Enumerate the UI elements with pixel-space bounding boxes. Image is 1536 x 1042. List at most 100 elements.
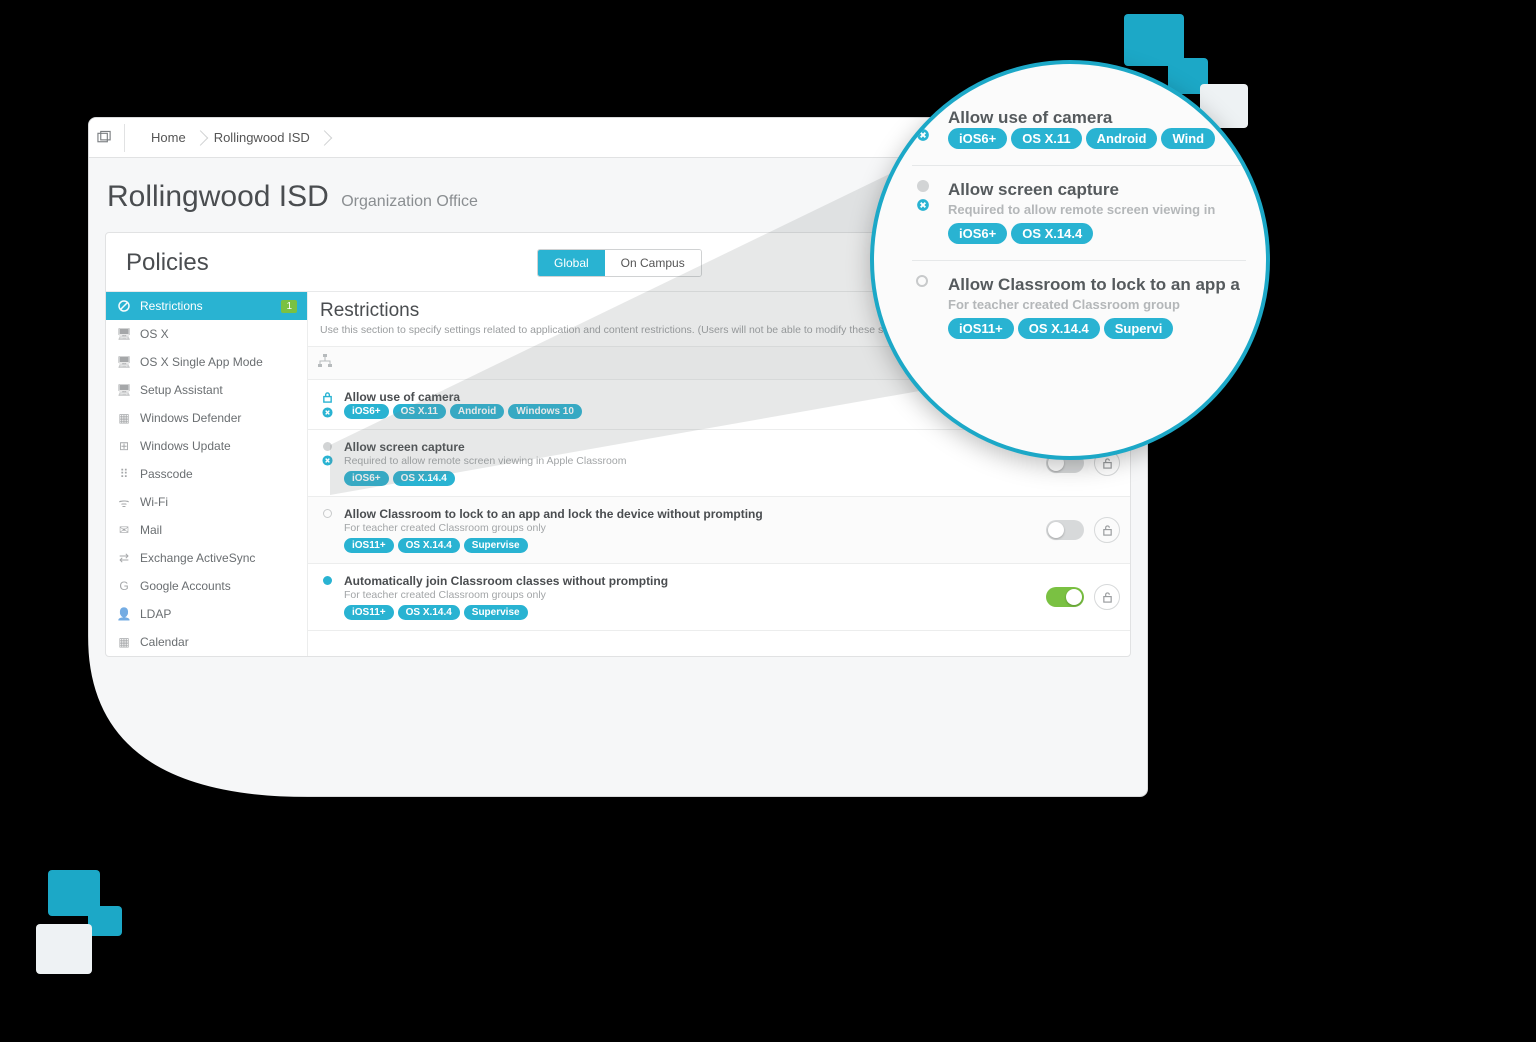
os-tag: OS X.11 bbox=[1011, 128, 1081, 149]
os-tag: OS X.14.4 bbox=[1011, 223, 1093, 244]
breadcrumb-org[interactable]: Rollingwood ISD bbox=[200, 130, 324, 145]
row-title: Automatically join Classroom classes wit… bbox=[344, 574, 1038, 588]
window-icon bbox=[97, 124, 125, 152]
deco-square bbox=[36, 924, 92, 974]
breadcrumb-home[interactable]: Home bbox=[137, 130, 200, 145]
sidebar-item-mail[interactable]: ✉ Mail bbox=[106, 516, 307, 544]
scope-segmented: Global On Campus bbox=[537, 249, 702, 277]
corner-mask bbox=[88, 636, 308, 798]
sidebar-item-label: LDAP bbox=[140, 607, 171, 621]
monitor-icon: 🖥 bbox=[116, 355, 132, 369]
lock-button[interactable] bbox=[1094, 584, 1120, 610]
sidebar-item-label: Mail bbox=[140, 523, 162, 537]
person-icon: 👤 bbox=[116, 607, 132, 621]
restriction-row: Allow Classroom to lock to an app and lo… bbox=[308, 497, 1130, 564]
keypad-icon: ⠿ bbox=[116, 467, 132, 481]
lock-open-icon bbox=[1102, 458, 1113, 469]
os-tag: iOS11+ bbox=[344, 538, 394, 553]
os-tag: iOS6+ bbox=[948, 223, 1007, 244]
os-tag: iOS6+ bbox=[948, 128, 1007, 149]
lock-icon bbox=[916, 108, 930, 122]
x-circle-icon bbox=[916, 198, 930, 212]
page-title: Rollingwood ISD bbox=[107, 180, 329, 213]
sidebar-item-label: OS X Single App Mode bbox=[140, 355, 263, 369]
wifi-icon: ᯤ bbox=[116, 495, 132, 509]
os-tag: Android bbox=[1086, 128, 1158, 149]
status-dot bbox=[917, 180, 929, 192]
sidebar-item-windows-defender[interactable]: ▦ Windows Defender bbox=[106, 404, 307, 432]
sidebar-item-windows-update[interactable]: ⊞ Windows Update bbox=[106, 432, 307, 460]
sidebar-item-label: Windows Defender bbox=[140, 411, 241, 425]
tab-on-campus[interactable]: On Campus bbox=[605, 250, 701, 276]
sync-icon: ⇄ bbox=[116, 551, 132, 565]
mag-row-title: Allow Classroom to lock to an app a bbox=[948, 275, 1246, 295]
grid-icon: ▦ bbox=[116, 411, 132, 425]
x-circle-icon bbox=[916, 128, 930, 142]
sidebar-item-label: Exchange ActiveSync bbox=[140, 551, 255, 565]
os-tag: OS X.11 bbox=[393, 404, 446, 419]
os-tag: OS X.14.4 bbox=[398, 605, 460, 620]
google-icon: G bbox=[116, 579, 132, 593]
lock-icon bbox=[322, 392, 333, 403]
row-subtitle: Required to allow remote screen viewing … bbox=[344, 455, 1038, 467]
panel-title: Policies bbox=[126, 249, 209, 277]
sidebar-item-exchange[interactable]: ⇄ Exchange ActiveSync bbox=[106, 544, 307, 572]
deco-square bbox=[88, 906, 122, 936]
sidebar-item-passcode[interactable]: ⠿ Passcode bbox=[106, 460, 307, 488]
os-tag: Supervi bbox=[1104, 318, 1174, 339]
lock-open-icon bbox=[1102, 525, 1113, 536]
os-tag: OS X.14.4 bbox=[398, 538, 460, 553]
mag-row-title: Allow use of camera bbox=[948, 108, 1246, 128]
sidebar-item-label: Google Accounts bbox=[140, 579, 231, 593]
mag-row-subtitle: Required to allow remote screen viewing … bbox=[948, 202, 1246, 217]
os-tag: Android bbox=[450, 404, 504, 419]
sidebar-item-label: OS X bbox=[140, 327, 169, 341]
status-dot bbox=[916, 275, 928, 287]
policies-sidebar: Restrictions 1 🖥 OS X 🖥 OS X Single App Mo… bbox=[106, 292, 308, 656]
restrictions-icon bbox=[116, 299, 132, 313]
sidebar-item-label: Windows Update bbox=[140, 439, 231, 453]
restriction-row: Automatically join Classroom classes wit… bbox=[308, 564, 1130, 631]
sidebar-item-label: Setup Assistant bbox=[140, 383, 223, 397]
row-title: Allow screen capture bbox=[344, 440, 1038, 454]
monitor-icon: 🖥 bbox=[116, 327, 132, 341]
sidebar-item-label: Passcode bbox=[140, 467, 193, 481]
tree-icon[interactable] bbox=[318, 354, 332, 373]
lock-open-icon bbox=[1102, 592, 1113, 603]
sidebar-item-osx[interactable]: 🖥 OS X bbox=[106, 320, 307, 348]
status-dot bbox=[323, 442, 332, 451]
page-subtitle: Organization Office bbox=[341, 193, 478, 210]
os-tag: iOS11+ bbox=[948, 318, 1014, 339]
sidebar-item-ldap[interactable]: 👤 LDAP bbox=[106, 600, 307, 628]
row-subtitle: For teacher created Classroom groups onl… bbox=[344, 522, 1038, 534]
sidebar-item-wifi[interactable]: ᯤ Wi-Fi bbox=[106, 488, 307, 516]
sidebar-item-google-accounts[interactable]: G Google Accounts bbox=[106, 572, 307, 600]
os-tag: Windows 10 bbox=[508, 404, 582, 419]
status-dot bbox=[323, 576, 332, 585]
row-subtitle: For teacher created Classroom groups onl… bbox=[344, 589, 1038, 601]
sidebar-item-label: Restrictions bbox=[140, 299, 203, 313]
sidebar-item-restrictions[interactable]: Restrictions 1 bbox=[106, 292, 307, 320]
os-tag: iOS6+ bbox=[344, 471, 389, 486]
mag-row-subtitle: For teacher created Classroom group bbox=[948, 297, 1246, 312]
x-circle-icon bbox=[322, 455, 333, 466]
lock-button[interactable] bbox=[1094, 517, 1120, 543]
os-tag: OS X.14.4 bbox=[393, 471, 455, 486]
toggle[interactable] bbox=[1046, 520, 1084, 540]
x-circle-icon bbox=[322, 407, 333, 418]
windows-icon: ⊞ bbox=[116, 439, 132, 453]
magnifier: Allow use of camera iOS6+ OS X.11 Androi… bbox=[870, 60, 1270, 460]
os-tag: Wind bbox=[1161, 128, 1215, 149]
mag-row-title: Allow screen capture bbox=[948, 180, 1246, 200]
tab-global[interactable]: Global bbox=[538, 250, 605, 276]
os-tag: iOS11+ bbox=[344, 605, 394, 620]
sidebar-badge: 1 bbox=[281, 300, 297, 313]
mail-icon: ✉ bbox=[116, 523, 132, 537]
os-tag: iOS6+ bbox=[344, 404, 389, 419]
sidebar-item-label: Wi-Fi bbox=[140, 495, 168, 509]
toggle[interactable] bbox=[1046, 587, 1084, 607]
sidebar-item-osx-single-app[interactable]: 🖥 OS X Single App Mode bbox=[106, 348, 307, 376]
row-title: Allow Classroom to lock to an app and lo… bbox=[344, 507, 1038, 521]
os-tag: OS X.14.4 bbox=[1018, 318, 1100, 339]
sidebar-item-setup-assistant[interactable]: 🖥Setup Assistant bbox=[106, 376, 307, 404]
